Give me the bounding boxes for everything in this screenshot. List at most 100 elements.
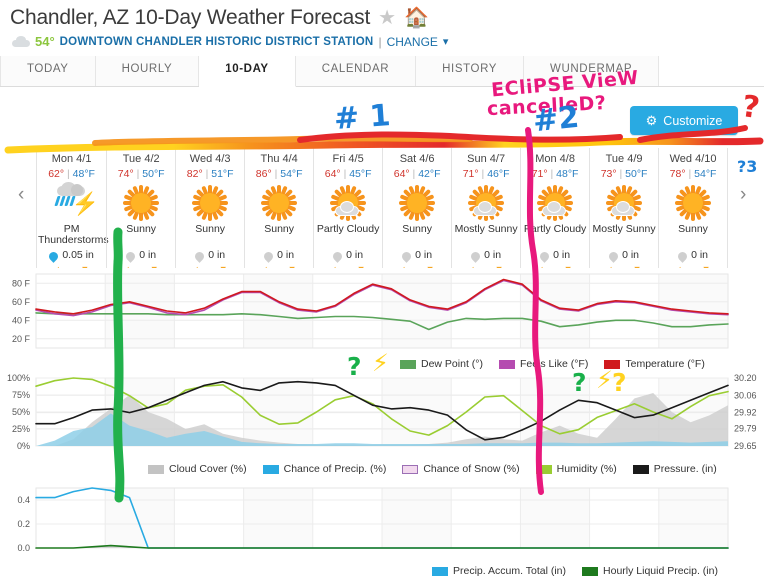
forecast-condition-icon bbox=[521, 182, 589, 224]
forecast-day-label: Sat 4/6 bbox=[399, 153, 435, 165]
highlight-stroke-orange bbox=[92, 135, 473, 146]
legend-pressure[interactable]: Pressure. (in) bbox=[632, 463, 717, 475]
forecast-condition-label: Sunny bbox=[678, 223, 708, 235]
annotation-eclipse-line2: cancelleD? bbox=[486, 92, 607, 121]
nav-tabs: TODAY HOURLY 10-DAY CALENDAR HISTORY WUN… bbox=[0, 56, 764, 87]
forecast-day-column[interactable]: Wed 4/10 78° | 54°F Sunny 0 in ▲ ▼ bbox=[658, 148, 727, 276]
forecast-day-label: Wed 4/3 bbox=[189, 153, 231, 165]
page-title: Chandler, AZ 10-Day Weather Forecast bbox=[10, 6, 371, 29]
humidity-pressure-chart-legend: Cloud Cover (%) Chance of Precip. (%) Ch… bbox=[148, 463, 717, 475]
precip-drop-icon bbox=[333, 250, 342, 261]
forecast-high: 78° bbox=[669, 168, 686, 180]
precip-drop-icon bbox=[126, 250, 135, 261]
tab-calendar[interactable]: CALENDAR bbox=[295, 56, 417, 86]
forecast-precip: 0 in bbox=[590, 246, 658, 261]
station-name[interactable]: DOWNTOWN CHANDLER HISTORIC DISTRICT STAT… bbox=[60, 36, 374, 48]
header-title-row: Chandler, AZ 10-Day Weather Forecast ★ 🏠 bbox=[10, 6, 754, 30]
forecast-day-column[interactable]: Mon 4/8 71° | 48°F Partly Cloudy 0 in ▲ … bbox=[520, 148, 589, 276]
forecast-condition-label: Mostly Sunny bbox=[454, 223, 518, 235]
svg-text:0.0: 0.0 bbox=[17, 543, 30, 553]
forecast-low: 48°F bbox=[72, 168, 95, 180]
precip-drop-icon bbox=[609, 250, 618, 261]
forecast-condition-label: Partly Cloudy bbox=[316, 223, 380, 235]
tab-10-day[interactable]: 10-DAY bbox=[199, 56, 296, 87]
forecast-day-column[interactable]: Sat 4/6 64° | 42°F Sunny 0 in ▲ ▼ bbox=[382, 148, 451, 276]
cloud-icon bbox=[12, 36, 30, 47]
svg-text:75%: 75% bbox=[12, 390, 30, 400]
page-header: Chandler, AZ 10-Day Weather Forecast ★ 🏠… bbox=[0, 0, 764, 49]
precip-drop-icon bbox=[402, 250, 411, 261]
legend-dew-point[interactable]: Dew Point (°) bbox=[400, 358, 483, 370]
forecast-high: 74° bbox=[117, 168, 134, 180]
forecast-day-label: Wed 4/10 bbox=[669, 153, 717, 165]
precipitation-chart-svg[interactable]: 0.0 0.2 0.4 bbox=[0, 482, 764, 562]
temperature-chart: 20 F 40 F 60 F 80 F bbox=[0, 268, 764, 360]
svg-text:30.20: 30.20 bbox=[734, 373, 757, 383]
home-icon[interactable]: 🏠 bbox=[404, 8, 429, 28]
svg-text:20 F: 20 F bbox=[12, 334, 31, 344]
forecast-precip-value: 0 in bbox=[139, 249, 157, 261]
svg-text:100%: 100% bbox=[7, 373, 30, 383]
legend-swatch-chance-precip bbox=[262, 464, 279, 474]
forecast-precip: 0 in bbox=[107, 246, 175, 261]
forecast-low: 50°F bbox=[625, 168, 648, 180]
annotation-marker-1: # 1 bbox=[332, 98, 392, 137]
forecast-day-column[interactable]: Fri 4/5 64° | 45°F Partly Cloudy 0 in ▲ … bbox=[313, 148, 382, 276]
change-station-link[interactable]: CHANGE bbox=[387, 35, 438, 49]
legend-cloud-cover[interactable]: Cloud Cover (%) bbox=[148, 463, 247, 475]
legend-humidity[interactable]: Humidity (%) bbox=[535, 463, 617, 475]
star-icon[interactable]: ★ bbox=[378, 8, 396, 28]
temperature-chart-svg[interactable]: 20 F 40 F 60 F 80 F bbox=[0, 268, 764, 360]
prev-days-button[interactable]: ‹ bbox=[18, 184, 24, 206]
tab-today[interactable]: TODAY bbox=[0, 56, 96, 86]
temperature-chart-legend: Dew Point (°) Feels Like (°F) Temperatur… bbox=[400, 358, 705, 370]
svg-text:0%: 0% bbox=[17, 441, 30, 451]
forecast-temps: 64° | 45°F bbox=[324, 168, 372, 180]
tab-history[interactable]: HISTORY bbox=[416, 56, 525, 86]
forecast-precip: 0 in bbox=[245, 246, 313, 261]
legend-chance-snow[interactable]: Chance of Snow (%) bbox=[402, 463, 520, 475]
forecast-temps: 82° | 51°F bbox=[186, 168, 234, 180]
tab-hourly[interactable]: HOURLY bbox=[95, 56, 200, 86]
forecast-temps: 64° | 42°F bbox=[393, 168, 441, 180]
legend-chance-precip[interactable]: Chance of Precip. (%) bbox=[262, 463, 386, 475]
forecast-high: 86° bbox=[255, 168, 272, 180]
partly-cloudy-icon bbox=[330, 185, 367, 221]
legend-hourly-liquid[interactable]: Hourly Liquid Precip. (in) bbox=[582, 565, 718, 577]
forecast-day-column[interactable]: Tue 4/2 74° | 50°F Sunny 0 in ▲ ▼ bbox=[106, 148, 175, 276]
partly-cloudy-icon bbox=[606, 185, 643, 221]
legend-temperature[interactable]: Temperature (°F) bbox=[604, 358, 705, 370]
forecast-day-label: Sun 4/7 bbox=[467, 153, 506, 165]
forecast-day-column[interactable]: Sun 4/7 71° | 46°F Mostly Sunny 0 in ▲ ▼ bbox=[451, 148, 520, 276]
forecast-precip: 0 in bbox=[521, 246, 589, 261]
forecast-low: 54°F bbox=[280, 168, 303, 180]
legend-feels-like[interactable]: Feels Like (°F) bbox=[498, 358, 588, 370]
humidity-pressure-chart-svg[interactable]: 0% 25% 50% 75% 100% 29.65 29.79 29.92 30.06 30.20 bbox=[0, 372, 764, 460]
forecast-precip-value: 0.05 in bbox=[62, 249, 94, 261]
forecast-temps: 71° | 48°F bbox=[531, 168, 579, 180]
forecast-day-label: Mon 4/1 bbox=[51, 153, 92, 165]
chevron-down-icon[interactable]: ▾ bbox=[443, 35, 449, 48]
forecast-day-column[interactable]: Tue 4/9 73° | 50°F Mostly Sunny 0 in ▲ ▼ bbox=[589, 148, 658, 276]
forecast-day-label: Fri 4/5 bbox=[332, 153, 364, 165]
forecast-day-column[interactable]: Thu 4/4 86° | 54°F Sunny 0 in ▲ ▼ bbox=[244, 148, 313, 276]
next-days-button[interactable]: › bbox=[740, 184, 746, 206]
legend-precip-accum[interactable]: Precip. Accum. Total (in) bbox=[432, 565, 566, 577]
forecast-condition-label: Partly Cloudy bbox=[523, 223, 587, 235]
forecast-precip-value: 0 in bbox=[691, 249, 709, 261]
forecast-condition-icon bbox=[107, 182, 175, 224]
forecast-precip: 0 in bbox=[314, 246, 382, 261]
highlight-stroke-red bbox=[297, 131, 623, 143]
legend-label-dew-point: Dew Point (°) bbox=[421, 358, 483, 370]
forecast-day-column[interactable]: Mon 4/1 62° | 48°F ⚡ PM Thunderstorms 0.… bbox=[37, 148, 109, 276]
legend-swatch-dew-point bbox=[400, 359, 416, 369]
forecast-condition-label: PM Thunderstorms bbox=[38, 223, 109, 246]
separator: | bbox=[378, 34, 382, 49]
precipitation-chart: 0.0 0.2 0.4 bbox=[0, 482, 764, 562]
forecast-day-column[interactable]: Wed 4/3 82° | 51°F Sunny 0 in ▲ ▼ bbox=[175, 148, 244, 276]
forecast-high: 64° bbox=[324, 168, 341, 180]
forecast-low: 46°F bbox=[487, 168, 510, 180]
tab-wundermap[interactable]: WUNDERMAP bbox=[524, 56, 660, 86]
customize-button[interactable]: ⚙ Customize bbox=[630, 106, 738, 135]
forecast-low: 42°F bbox=[418, 168, 441, 180]
